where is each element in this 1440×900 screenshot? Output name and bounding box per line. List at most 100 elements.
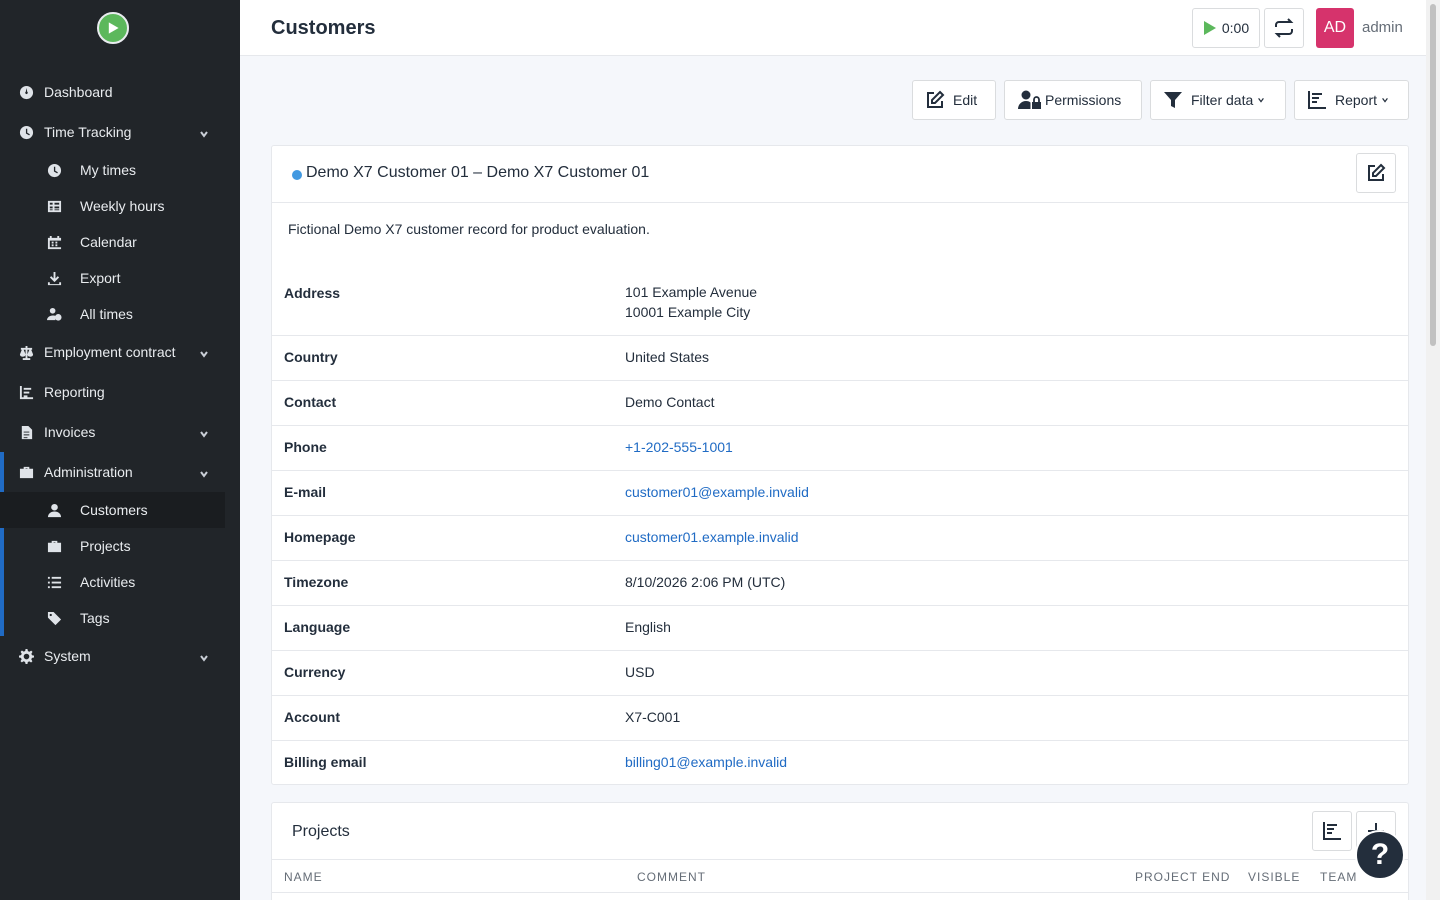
detail-label: Homepage (284, 529, 356, 545)
username[interactable]: admin (1362, 19, 1403, 36)
sidebar: Dashboard Time Tracking My times Weekly … (0, 0, 240, 900)
detail-row-address: Address 101 Example Avenue 10001 Example… (272, 274, 1408, 336)
detail-row-timezone: Timezone 8/10/2026 2:06 PM (UTC) (272, 560, 1408, 605)
dashboard-icon (18, 84, 34, 100)
sidebar-item-customers[interactable]: Customers (0, 492, 225, 528)
sidebar-item-weekly-hours[interactable]: Weekly hours (0, 188, 225, 224)
billing-email-link[interactable]: billing01@example.invalid (625, 752, 787, 772)
column-header-name[interactable]: NAME (284, 870, 323, 884)
chart-icon (1308, 91, 1326, 109)
clock-icon (18, 124, 34, 140)
sidebar-item-tags[interactable]: Tags (0, 600, 225, 636)
sidebar-item-employment-contract[interactable]: Employment contract (0, 334, 225, 370)
sidebar-item-invoices[interactable]: Invoices (0, 414, 225, 450)
detail-label: Phone (284, 439, 327, 455)
edit-icon (1368, 163, 1386, 181)
detail-label: Country (284, 349, 338, 365)
chevron-down-icon (1382, 98, 1388, 103)
download-icon (46, 270, 62, 286)
card-edit-button[interactable] (1356, 153, 1396, 193)
sidebar-item-label: Administration (44, 464, 133, 480)
sidebar-item-all-times[interactable]: All times (0, 296, 225, 332)
sidebar-item-label: Export (80, 270, 121, 286)
detail-value: 8/10/2026 2:06 PM (UTC) (625, 574, 786, 590)
phone-link[interactable]: +1-202-555-1001 (625, 437, 733, 457)
logo-play-icon[interactable] (97, 12, 129, 44)
projects-report-button[interactable] (1312, 811, 1352, 851)
sidebar-item-label: System (44, 648, 91, 664)
avatar[interactable]: AD (1316, 8, 1354, 48)
detail-value: United States (625, 349, 710, 365)
status-dot (292, 170, 302, 180)
sidebar-item-dashboard[interactable]: Dashboard (0, 74, 225, 110)
projects-card: Projects NAME COMMENT PROJECT END VISIBL… (271, 802, 1409, 900)
scrollbar-thumb[interactable] (1430, 4, 1436, 346)
sidebar-item-projects[interactable]: Projects (0, 528, 225, 564)
table-icon (46, 198, 62, 214)
report-label: Report (1335, 92, 1378, 108)
sidebar-item-label: My times (80, 162, 136, 178)
list-icon (46, 574, 62, 590)
chevron-down-icon (199, 426, 211, 438)
detail-row-phone: Phone +1-202-555-1001 (272, 425, 1408, 470)
chevron-down-icon (199, 126, 211, 138)
invoice-icon (18, 424, 34, 440)
timer-start-button[interactable]: 0:00 (1192, 8, 1260, 48)
filter-data-button[interactable]: Filter data (1150, 80, 1286, 120)
edit-button[interactable]: Edit (912, 80, 996, 120)
sidebar-item-label: Calendar (80, 234, 137, 250)
sidebar-item-time-tracking[interactable]: Time Tracking (0, 114, 225, 150)
permissions-button[interactable]: Permissions (1004, 80, 1142, 120)
detail-label: Contact (284, 394, 337, 410)
clock-icon (46, 162, 62, 178)
sync-icon (1274, 18, 1294, 38)
sidebar-item-label: Time Tracking (44, 124, 132, 140)
chevron-down-icon (199, 466, 211, 478)
detail-label: Billing email (284, 754, 367, 770)
permissions-label: Permissions (1045, 92, 1122, 108)
column-header-project-end[interactable]: PROJECT END (1135, 870, 1230, 884)
page-title: Customers (271, 17, 376, 39)
edit-icon (927, 90, 945, 108)
detail-row-country: Country United States (272, 335, 1408, 380)
gear-icon (18, 648, 34, 664)
help-button[interactable]: ? (1355, 830, 1405, 880)
projects-title: Projects (292, 823, 350, 840)
detail-row-homepage: Homepage customer01.example.invalid (272, 515, 1408, 560)
sidebar-item-label: Projects (80, 538, 131, 554)
detail-row-account: Account X7-C001 (272, 695, 1408, 740)
sidebar-item-label: Customers (80, 502, 148, 518)
email-link[interactable]: customer01@example.invalid (625, 482, 809, 502)
chevron-down-icon (199, 346, 211, 358)
detail-row-currency: Currency USD (272, 650, 1408, 695)
sidebar-item-label: Activities (80, 574, 136, 590)
recent-activities-button[interactable] (1264, 8, 1304, 48)
chart-icon (18, 384, 34, 400)
sidebar-item-label: Employment contract (44, 344, 176, 360)
report-button[interactable]: Report (1294, 80, 1409, 120)
sidebar-item-my-times[interactable]: My times (0, 152, 225, 188)
sidebar-item-administration[interactable]: Administration (0, 454, 225, 490)
user-lock-icon (1018, 90, 1041, 109)
column-header-comment[interactable]: COMMENT (637, 870, 706, 884)
column-header-visible[interactable]: VISIBLE (1248, 870, 1300, 884)
tags-icon (46, 610, 62, 626)
customer-description: Fictional Demo X7 customer record for pr… (288, 221, 650, 237)
detail-row-language: Language English (272, 605, 1408, 650)
scrollbar[interactable] (1426, 0, 1440, 900)
sidebar-item-reporting[interactable]: Reporting (0, 374, 225, 410)
scale-icon (18, 344, 34, 360)
card-header: Demo X7 Customer 01 – Demo X7 Customer 0… (272, 146, 1408, 203)
column-header-team[interactable]: TEAM (1320, 870, 1357, 884)
homepage-link[interactable]: customer01.example.invalid (625, 527, 799, 547)
detail-value: X7-C001 (625, 709, 681, 725)
sidebar-item-system[interactable]: System (0, 638, 225, 674)
projects-table-header: NAME COMMENT PROJECT END VISIBLE TEAM (272, 859, 1408, 893)
chevron-down-icon (199, 650, 211, 662)
chevron-down-icon (1258, 98, 1265, 103)
sidebar-item-label: Invoices (44, 424, 96, 440)
sidebar-item-activities[interactable]: Activities (0, 564, 225, 600)
sidebar-item-calendar[interactable]: Calendar (0, 224, 225, 260)
sidebar-item-export[interactable]: Export (0, 260, 225, 296)
customer-title: Demo X7 Customer 01 – Demo X7 Customer 0… (306, 164, 650, 181)
